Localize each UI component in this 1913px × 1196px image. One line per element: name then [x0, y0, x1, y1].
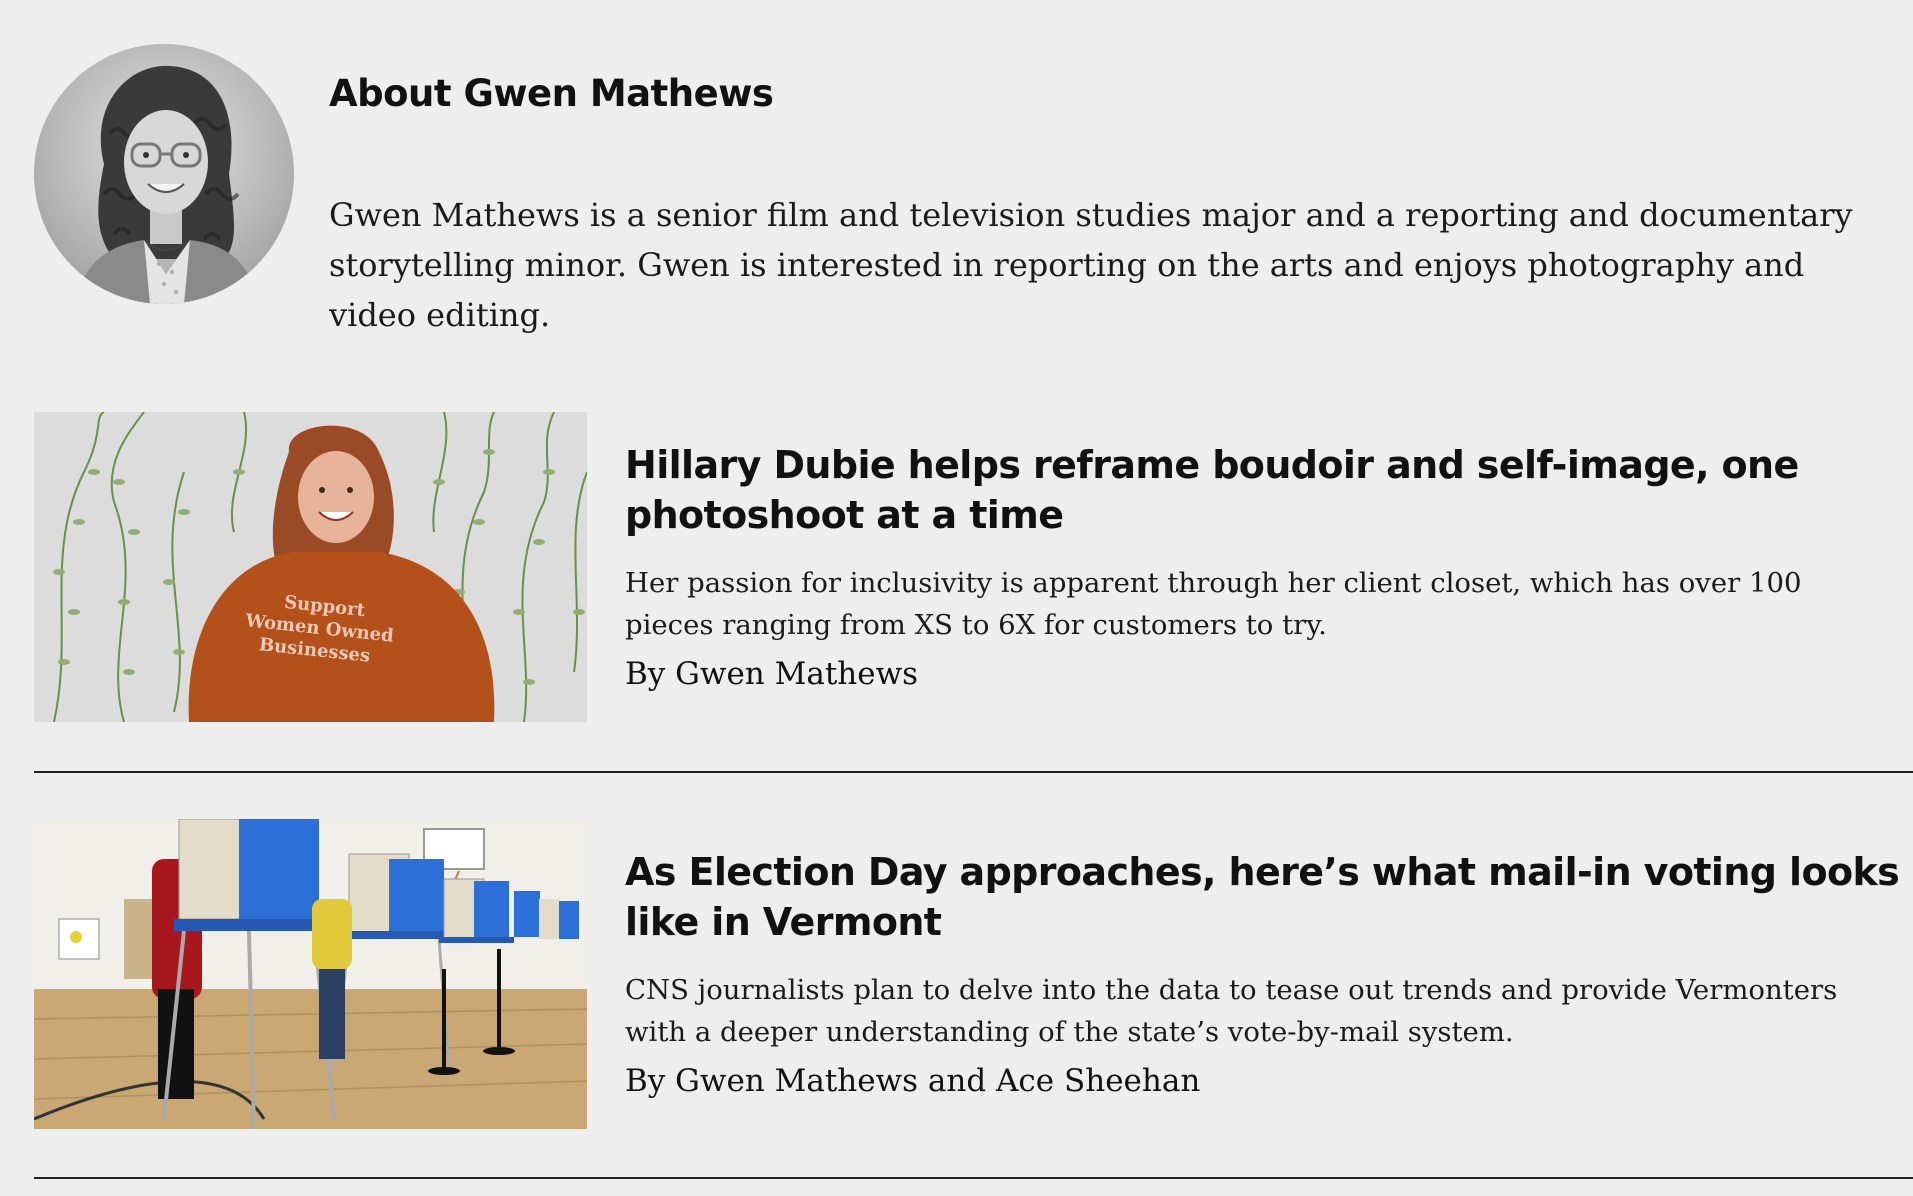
article-thumbnail[interactable]: Support Women Owned Businesses	[34, 412, 587, 722]
article-byline: By Gwen Mathews	[625, 656, 919, 692]
divider	[34, 1177, 1913, 1179]
article-dek: Her passion for inclusivity is apparent …	[625, 567, 1802, 641]
author-page: About Gwen Mathews Gwen Mathews is a sen…	[0, 0, 1913, 1196]
article-title-link[interactable]: As Election Day approaches, here’s what …	[625, 847, 1913, 947]
divider	[34, 771, 1913, 773]
article-card: As Election Day approaches, here’s what …	[34, 819, 1913, 1179]
photo-woman-support-shirt-icon: Support Women Owned Businesses	[34, 412, 587, 722]
portrait-photo-icon	[34, 44, 294, 304]
article-dek: CNS journalists plan to delve into the d…	[625, 974, 1838, 1048]
photo-voting-booths-icon	[34, 819, 587, 1129]
article-card: Support Women Owned Businesses Hillary D…	[34, 412, 1913, 773]
article-byline: By Gwen Mathews and Ace Sheehan	[625, 1063, 1201, 1099]
author-avatar	[34, 44, 294, 304]
author-heading: About Gwen Mathews	[329, 72, 774, 115]
author-bio-section: About Gwen Mathews Gwen Mathews is a sen…	[34, 44, 1913, 344]
article-thumbnail[interactable]	[34, 819, 587, 1129]
author-bio-text: Gwen Mathews is a senior film and televi…	[329, 196, 1853, 334]
article-title-link[interactable]: Hillary Dubie helps reframe boudoir and …	[625, 440, 1913, 540]
